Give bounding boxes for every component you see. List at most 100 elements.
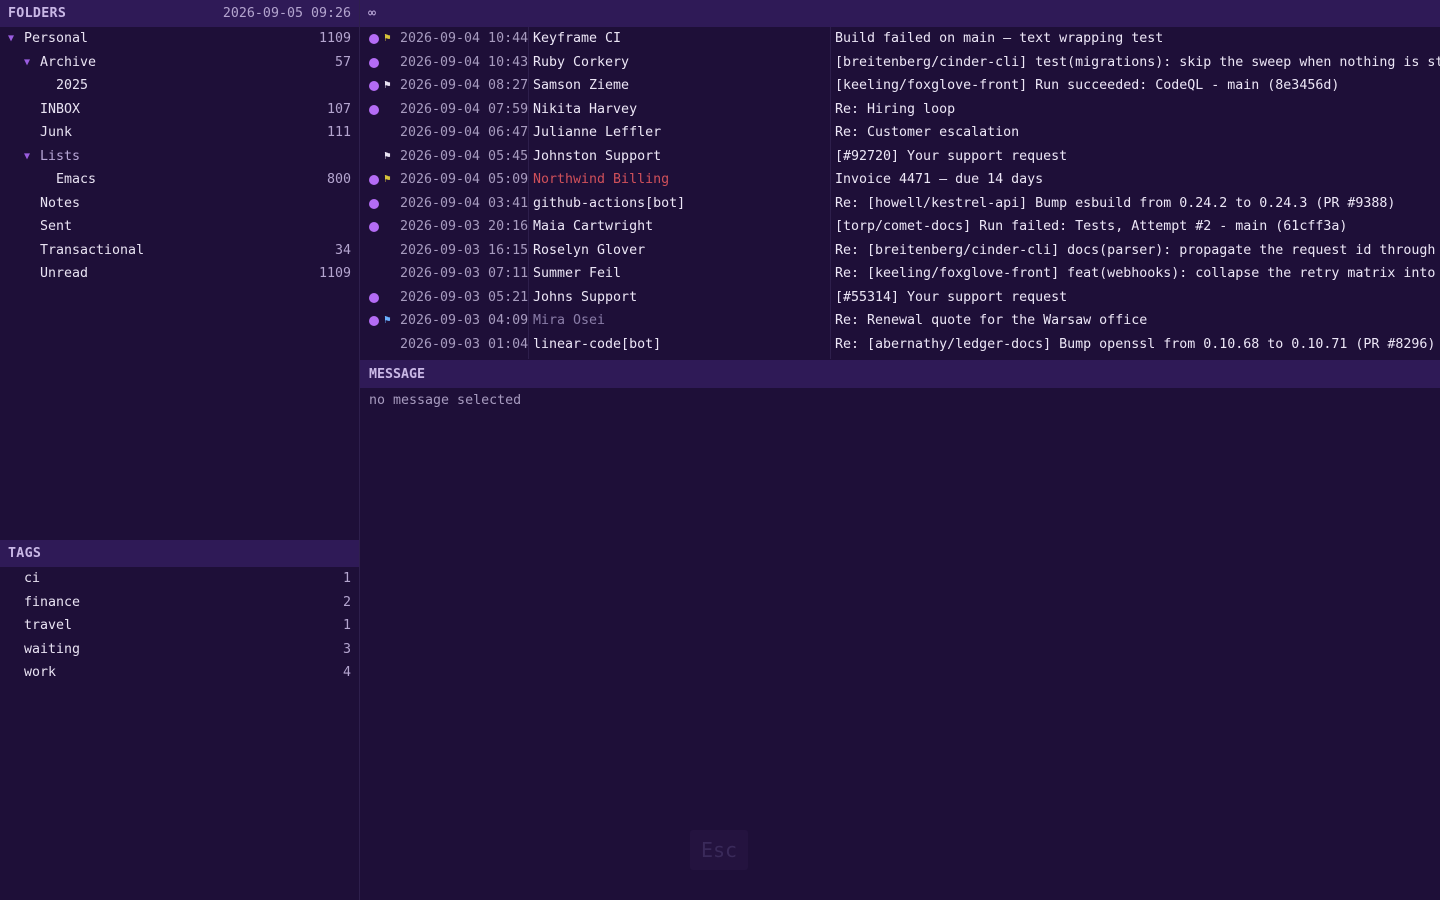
message-row[interactable]: 2026-09-04 06:47 Julianne Leffler Re: Cust… [360,121,1440,145]
unread-dot-icon [369,222,379,232]
folder-name: Emacs [56,172,97,188]
message-row[interactable]: ⚑ 2026-09-04 10:44 Keyframe CI Build failed… [360,27,1440,51]
folder-item[interactable]: ▼ Archive 57 [0,51,359,75]
message-pane-header: MESSAGE [360,360,1440,388]
folder-name: Junk [40,125,73,141]
message-sender: Keyframe CI [533,31,622,47]
message-row[interactable]: 2026-09-03 07:11 Summer Feil Re: [keeling/… [360,262,1440,286]
tag-count: 1 [342,618,351,634]
folder-count: 57 [334,54,351,70]
message-sender: Roselyn Glover [533,242,646,258]
unread-dot-icon [369,81,379,91]
folder-item[interactable]: Transactional 34 [0,239,359,263]
flag-icon: ⚑ [384,172,391,185]
message-row[interactable]: 2026-09-03 01:04 linear-code[bot] Re: [abe… [360,333,1440,357]
clock-datetime: 2026-09-05 09:26 [222,6,351,21]
message-row[interactable]: ⚑ 2026-09-04 05:09 Northwind Billing Invoic… [360,168,1440,192]
message-date: 2026-09-04 10:44 [400,31,529,47]
tags-title: TAGS [8,546,42,561]
unread-dot-icon [369,316,379,326]
folders-title: FOLDERS [8,6,67,21]
message-date: 2026-09-04 06:47 [400,125,529,141]
tag-item[interactable]: work 4 [0,661,359,685]
folder-count: 1109 [318,266,351,282]
unread-dot-icon [369,198,379,209]
message-date: 2026-09-04 05:09 [400,172,529,188]
folder-name: INBOX [40,101,81,117]
message-subject: Re: Hiring loop [835,101,956,117]
folder-name: Archive [40,54,97,70]
expand-arrow-icon[interactable]: ▼ [24,57,40,68]
folder-item[interactable]: 2025 [0,74,359,98]
message-subject: [keeling/foxglove-front] Run succeeded: … [835,78,1340,94]
message-date: 2026-09-03 20:16 [400,219,529,235]
tag-name: waiting [24,641,81,657]
folder-item[interactable]: Emacs 800 [0,168,359,192]
message-row[interactable]: ⚑ 2026-09-04 05:45 Johnston Support [#92720… [360,145,1440,169]
message-subject: Re: [abernathy/ledger-docs] Bump openssl… [835,336,1436,352]
folder-item[interactable]: ▼ Personal 1109 [0,27,359,51]
message-list: ⚑ 2026-09-04 10:44 Keyframe CI Build failed… [360,27,1440,356]
unread-dot-icon [369,57,379,68]
tag-item[interactable]: travel 1 [0,614,359,638]
message-row[interactable]: 2026-09-03 20:16 Maia Cartwright [torp/com… [360,215,1440,239]
message-subject: Re: [keeling/foxglove-front] feat(webhoo… [835,266,1440,282]
expand-arrow-icon[interactable]: ▼ [24,151,40,162]
message-date: 2026-09-03 16:15 [400,242,529,258]
message-row[interactable]: 2026-09-04 07:59 Nikita Harvey Re: Hiring … [360,98,1440,122]
message-subject: [#92720] Your support request [835,148,1068,164]
folder-count: 111 [326,125,351,141]
message-list-header: ∞ [360,0,1440,27]
folder-item[interactable]: Unread 1109 [0,262,359,286]
message-row[interactable]: 2026-09-03 16:15 Roselyn Glover Re: [breit… [360,239,1440,263]
tag-name: travel [24,618,73,634]
tag-item[interactable]: ci 1 [0,567,359,591]
message-sender: Mira Osei [533,313,606,329]
message-subject: [torp/comet-docs] Run failed: Tests, Att… [835,219,1348,235]
message-sender: Maia Cartwright [533,219,654,235]
message-subject: [#55314] Your support request [835,289,1068,305]
message-subject: Re: [howell/kestrel-api] Bump esbuild fr… [835,195,1396,211]
folder-count: 1109 [318,31,351,47]
infinity-icon: ∞ [368,6,377,21]
folder-name: Personal [24,31,89,47]
folder-item[interactable]: INBOX 107 [0,98,359,122]
message-row[interactable]: 2026-09-03 05:21 Johns Support [#55314] Yo… [360,286,1440,310]
folder-item[interactable]: Notes [0,192,359,216]
folder-name: Transactional [40,242,145,258]
message-sender: linear-code[bot] [533,336,662,352]
message-subject: [breitenberg/cinder-cli] test(migrations… [835,54,1440,70]
message-sender: Johns Support [533,289,638,305]
folders-header: FOLDERS 2026-09-05 09:26 [0,0,359,27]
message-sender: Summer Feil [533,266,622,282]
message-subject: Re: Customer escalation [835,125,1020,141]
folders-sidebar: FOLDERS 2026-09-05 09:26 ▼ Personal 1109 ▼ A… [0,0,360,900]
expand-arrow-icon[interactable]: ▼ [8,33,24,44]
tag-item[interactable]: waiting 3 [0,638,359,662]
folder-item[interactable]: ▼ Lists [0,145,359,169]
tag-item[interactable]: finance 2 [0,591,359,615]
message-row[interactable]: ⚑ 2026-09-03 04:09 Mira Osei Re: Renewal qu… [360,309,1440,333]
flag-icon: ⚑ [384,148,391,162]
message-sender: Samson Zieme [533,78,630,94]
message-subject: Re: [breitenberg/cinder-cli] docs(parser… [835,242,1440,258]
flag-icon: ⚑ [384,78,391,91]
main-pane: ∞ ⚑ 2026-09-04 10:44 Keyframe CI Build fail… [360,0,1440,900]
message-sender: Ruby Corkery [533,54,630,70]
tags-header: TAGS [0,540,359,567]
message-sender: Julianne Leffler [533,125,662,141]
tag-count: 1 [342,571,351,587]
folder-item[interactable]: Junk 111 [0,121,359,145]
message-date: 2026-09-03 05:21 [400,289,529,305]
message-date: 2026-09-04 07:59 [400,101,529,117]
message-row[interactable]: 2026-09-04 10:43 Ruby Corkery [breitenberg… [360,51,1440,75]
message-row[interactable]: 2026-09-04 03:41 github-actions[bot] Re: [… [360,192,1440,216]
message-sender: github-actions[bot] [533,195,686,211]
message-row[interactable]: ⚑ 2026-09-04 08:27 Samson Zieme [keeling/fo… [360,74,1440,98]
folder-name: Unread [40,266,89,282]
message-empty-text: no message selected [369,393,522,408]
tag-name: finance [24,594,81,610]
tag-count: 4 [342,665,351,681]
message-subject: Build failed on main — text wrapping tes… [835,31,1164,47]
folder-item[interactable]: Sent [0,215,359,239]
